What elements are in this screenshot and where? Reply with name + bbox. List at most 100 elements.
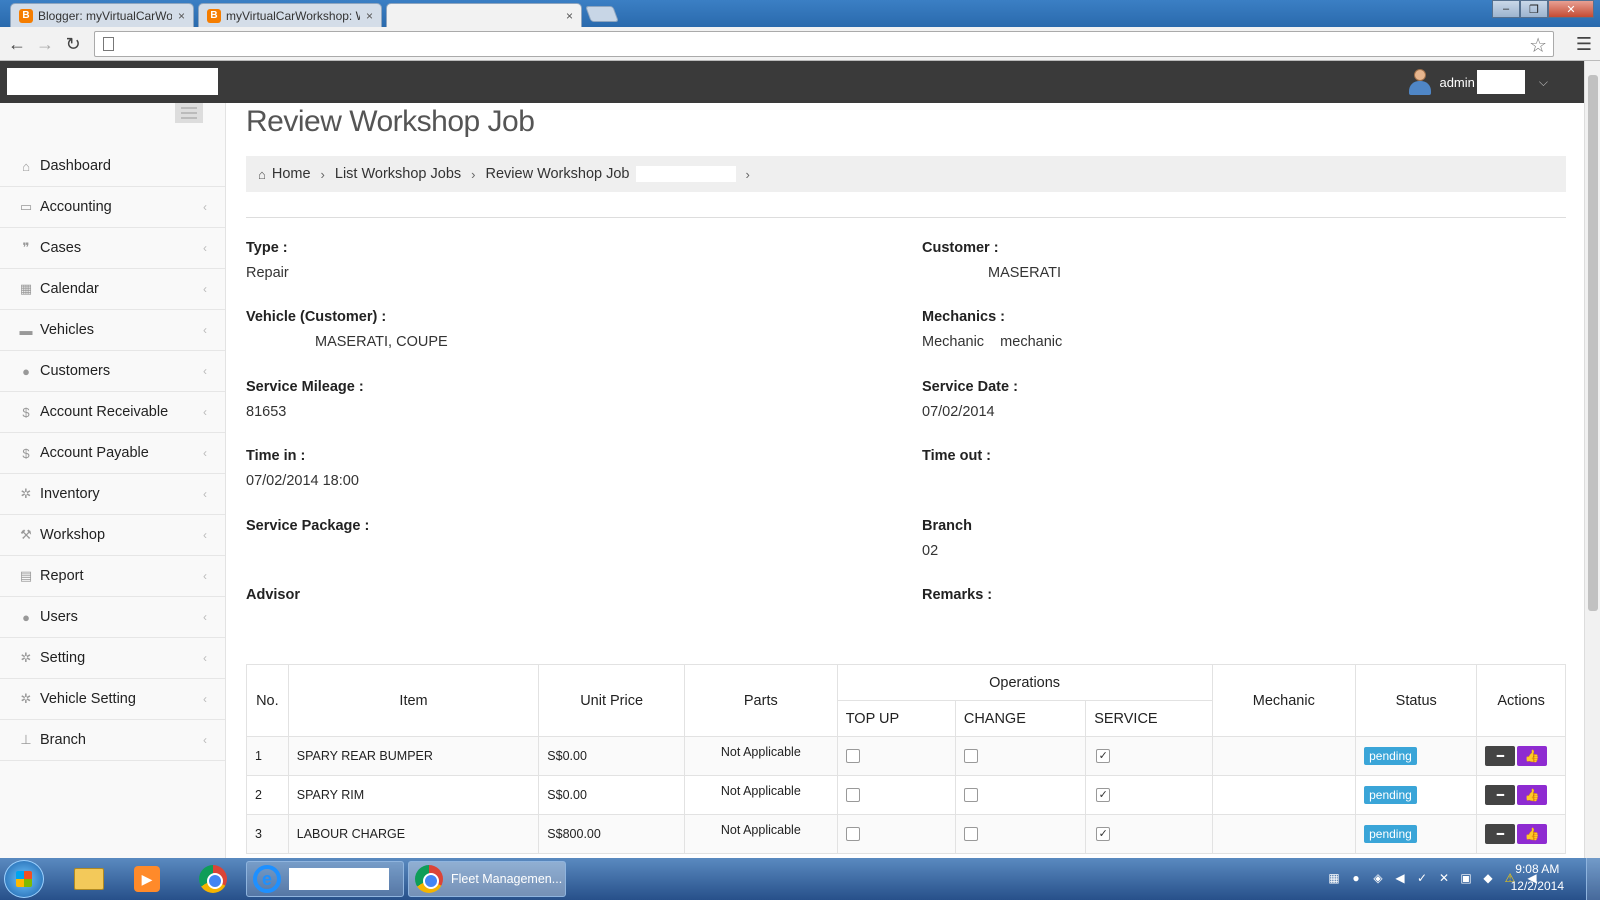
breadcrumb-home[interactable]: Home	[272, 166, 311, 182]
tab-title: Blogger: myVirtualCarWor	[38, 8, 172, 23]
tray-app-icon[interactable]: ◈	[1370, 870, 1386, 886]
browser-tab-2[interactable]: B myVirtualCarWorkshop: W ×	[198, 3, 382, 27]
taskbar-chrome-window[interactable]: Fleet Managemen...	[408, 861, 566, 897]
address-bar[interactable]: ☆	[94, 31, 1554, 57]
chevron-left-icon: ‹	[203, 733, 207, 747]
column-header-status: Status	[1355, 664, 1478, 737]
dashboard-icon: ⌂	[22, 158, 30, 174]
clock-date: 12/2/2014	[1510, 879, 1564, 893]
browser-tab-active[interactable]: ×	[386, 3, 582, 27]
tray-app-icon[interactable]: ●	[1348, 870, 1364, 886]
sidebar-item-customers[interactable]: ● Customers ‹	[0, 351, 225, 392]
sitemap-icon: ⊥	[20, 732, 32, 747]
close-icon[interactable]: ×	[178, 9, 185, 23]
thumbs-up-button[interactable]: 👍	[1517, 785, 1548, 805]
forward-icon[interactable]: →	[34, 33, 56, 55]
field-value: 07/02/2014	[922, 404, 995, 420]
sidebar-item-vehicle-setting[interactable]: ✲ Vehicle Setting ‹	[0, 679, 225, 720]
show-desktop-button[interactable]	[1586, 858, 1600, 900]
service-checkbox[interactable]: ✓	[1096, 749, 1111, 764]
remove-button[interactable]: ━	[1485, 824, 1516, 844]
sidebar-toggle-button[interactable]	[175, 103, 203, 123]
sidebar-nav: ⌂ Dashboard ▭ Accounting ‹ ❞ Cases ‹ ▦ C…	[0, 146, 225, 761]
sidebar-item-account-payable[interactable]: $ Account Payable ‹	[0, 433, 225, 474]
sidebar-item-setting[interactable]: ✲ Setting ‹	[0, 638, 225, 679]
chevron-down-icon: ⌵	[1538, 74, 1548, 89]
top-up-checkbox[interactable]	[845, 749, 860, 764]
sidebar-item-branch[interactable]: ⊥ Branch ‹	[0, 720, 225, 761]
chevron-left-icon: ‹	[203, 323, 207, 337]
taskbar-explorer[interactable]	[64, 861, 114, 897]
breadcrumb-list-jobs[interactable]: List Workshop Jobs	[335, 166, 461, 182]
change-checkbox[interactable]	[963, 749, 978, 764]
sidebar-item-dashboard[interactable]: ⌂ Dashboard	[0, 146, 225, 187]
taskbar-chrome[interactable]	[188, 861, 238, 897]
browser-tab-1[interactable]: B Blogger: myVirtualCarWor ×	[10, 3, 194, 27]
maximize-button[interactable]: ❐	[1520, 0, 1548, 18]
tray-app-icon[interactable]: ▣	[1458, 870, 1474, 886]
sidebar-item-users[interactable]: ● Users ‹	[0, 597, 225, 638]
reload-icon[interactable]: ↻	[62, 33, 84, 55]
taskbar: ▶ e Fleet Managemen... ▦ ● ◈ ◀ ✓ ✕ ▣ ◆ ⚠…	[0, 858, 1600, 900]
dollar-icon: $	[22, 445, 30, 461]
change-checkbox[interactable]	[963, 788, 978, 803]
network-icon[interactable]: ✕	[1436, 870, 1452, 886]
column-header-top-up: TOP UP	[836, 700, 956, 737]
thumbs-up-button[interactable]: 👍	[1517, 824, 1548, 844]
speaker-icon[interactable]: ◀	[1392, 870, 1408, 886]
field-service-date: Service Date : 07/02/2014	[922, 379, 1018, 420]
sidebar-item-workshop[interactable]: ⚒ Workshop ‹	[0, 515, 225, 556]
sidebar-item-vehicles[interactable]: ▬ Vehicles ‹	[0, 310, 225, 351]
change-checkbox[interactable]	[963, 827, 978, 842]
home-icon: ⌂	[258, 166, 266, 182]
tray-app-icon[interactable]: ✓	[1414, 870, 1430, 886]
service-checkbox[interactable]: ✓	[1096, 788, 1111, 803]
minimize-button[interactable]: ‒	[1492, 0, 1520, 18]
status-badge: pending	[1364, 786, 1417, 804]
sidebar-item-label: Customers	[40, 363, 111, 379]
bookmark-star-icon[interactable]: ☆	[1529, 33, 1547, 58]
chevron-left-icon: ‹	[203, 364, 207, 378]
sidebar-item-account-receivable[interactable]: $ Account Receivable ‹	[0, 392, 225, 433]
remove-button[interactable]: ━	[1485, 785, 1516, 805]
avatar	[1407, 68, 1433, 96]
remove-button[interactable]: ━	[1485, 746, 1516, 766]
system-clock[interactable]: 9:08 AM 12/2/2014	[1511, 861, 1564, 895]
taskbar-window-title: Fleet Managemen...	[451, 872, 563, 886]
sidebar-item-label: Accounting	[40, 199, 112, 215]
start-button[interactable]	[4, 860, 44, 898]
field-label: Mechanics :	[922, 309, 1005, 325]
tray-app-icon[interactable]: ◆	[1480, 870, 1496, 886]
chevron-left-icon: ‹	[203, 651, 207, 665]
cell-service: ✓	[1085, 736, 1213, 776]
sidebar-item-calendar[interactable]: ▦ Calendar ‹	[0, 269, 225, 310]
taskbar-ie-window[interactable]: e	[246, 861, 404, 897]
scrollbar-thumb[interactable]	[1588, 75, 1598, 611]
users-icon: ●	[22, 363, 30, 379]
service-checkbox[interactable]: ✓	[1096, 827, 1111, 842]
sidebar-item-cases[interactable]: ❞ Cases ‹	[0, 228, 225, 269]
sidebar-item-accounting[interactable]: ▭ Accounting ‹	[0, 187, 225, 228]
blogger-icon: B	[207, 8, 221, 23]
field-label: Service Package :	[246, 518, 370, 534]
main-content: Review Workshop Job ⌂ Home › List Worksh…	[246, 103, 1566, 858]
browser-menu-icon[interactable]: ☰	[1576, 34, 1592, 55]
close-icon[interactable]: ×	[366, 9, 373, 23]
new-tab-button[interactable]	[585, 6, 619, 22]
tray-app-icon[interactable]: ▦	[1326, 870, 1342, 886]
cell-mechanic	[1211, 736, 1357, 776]
sidebar-item-report[interactable]: ▤ Report ‹	[0, 556, 225, 597]
logo[interactable]	[7, 68, 218, 95]
chevron-right-icon: ›	[320, 166, 325, 182]
sidebar-item-inventory[interactable]: ✲ Inventory ‹	[0, 474, 225, 515]
user-menu[interactable]: admin ⌵	[1407, 68, 1548, 96]
back-icon[interactable]: ←	[6, 33, 28, 55]
close-window-button[interactable]: ✕	[1548, 0, 1594, 18]
top-up-checkbox[interactable]	[845, 788, 860, 803]
sidebar-item-label: Branch	[40, 732, 86, 748]
close-icon[interactable]: ×	[566, 9, 573, 23]
taskbar-media-player[interactable]: ▶	[122, 861, 172, 897]
thumbs-up-button[interactable]: 👍	[1517, 746, 1548, 766]
top-up-checkbox[interactable]	[845, 827, 860, 842]
page-scrollbar[interactable]	[1584, 61, 1600, 858]
